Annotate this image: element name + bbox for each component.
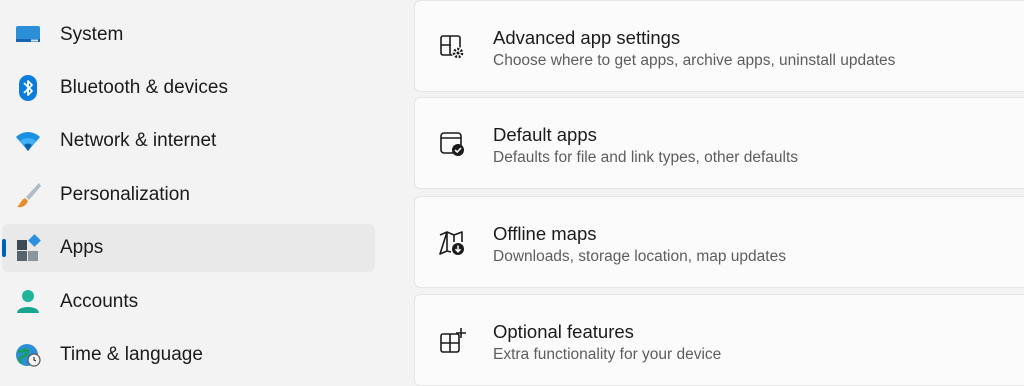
sidebar-item-label: Bluetooth & devices — [60, 77, 228, 98]
map-download-icon — [437, 228, 467, 258]
card-default-apps[interactable]: Default apps Defaults for file and link … — [414, 97, 1024, 189]
bluetooth-icon — [14, 74, 42, 102]
sidebar-item-network[interactable]: Network & internet — [2, 117, 375, 165]
card-description: Downloads, storage location, map updates — [493, 248, 786, 265]
card-offline-maps[interactable]: Offline maps Downloads, storage location… — [414, 196, 1024, 288]
sidebar-item-label: Network & internet — [60, 130, 217, 151]
sidebar-item-label: Apps — [60, 237, 104, 258]
card-title: Optional features — [493, 321, 634, 342]
selection-indicator — [2, 239, 6, 257]
sidebar-item-label: Personalization — [60, 184, 190, 205]
apps-icon — [14, 234, 42, 262]
sidebar-item-apps[interactable]: Apps — [2, 224, 375, 272]
sidebar-nav: System Bluetooth & devices Network & int… — [0, 0, 380, 375]
paintbrush-icon — [14, 181, 42, 209]
sidebar-item-personalization[interactable]: Personalization — [2, 171, 375, 219]
app-settings-icon — [437, 32, 467, 62]
card-description: Choose where to get apps, archive apps, … — [493, 52, 896, 69]
monitor-icon — [14, 21, 42, 49]
grid-plus-icon — [437, 326, 467, 356]
sidebar-item-bluetooth[interactable]: Bluetooth & devices — [2, 64, 375, 112]
person-icon — [14, 288, 42, 316]
sidebar-item-accounts[interactable]: Accounts — [2, 278, 375, 326]
card-optional-features[interactable]: Optional features Extra functionality fo… — [414, 294, 1024, 386]
sidebar-item-label: System — [60, 24, 124, 45]
card-description: Defaults for file and link types, other … — [493, 149, 798, 166]
default-apps-icon — [437, 129, 467, 159]
card-title: Default apps — [493, 124, 597, 145]
sidebar-item-time-language[interactable]: Time & language — [2, 331, 375, 379]
sidebar-item-system[interactable]: System — [2, 11, 375, 59]
globe-clock-icon — [14, 341, 42, 369]
card-advanced-app-settings[interactable]: Advanced app settings Choose where to ge… — [414, 0, 1024, 92]
card-title: Offline maps — [493, 223, 597, 244]
card-title: Advanced app settings — [493, 27, 681, 48]
sidebar-item-label: Time & language — [60, 344, 203, 365]
sidebar-item-label: Accounts — [60, 291, 139, 312]
wifi-icon — [14, 127, 42, 155]
card-description: Extra functionality for your device — [493, 346, 722, 363]
